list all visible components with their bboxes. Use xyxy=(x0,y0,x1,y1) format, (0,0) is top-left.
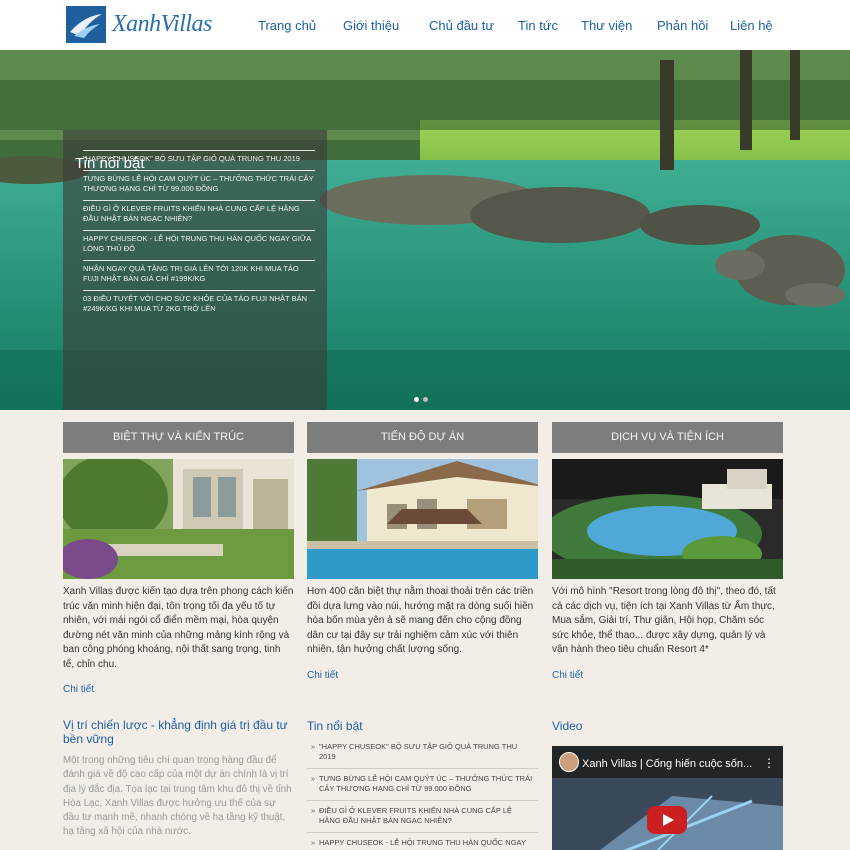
nav-item-gallery[interactable]: Thư viện xyxy=(581,18,632,33)
featured-news-list: "HAPPY CHUSEOK" BỘ SƯU TẬP GIỎ QUÀ TRUNG… xyxy=(83,150,315,320)
column-description: Xanh Villas được kiến tạo dựa trên phong… xyxy=(63,586,294,670)
strategy-title[interactable]: Vị trí chiến lược - khẳng định giá trị đ… xyxy=(63,718,294,746)
video-title[interactable]: Xanh Villas | Cống hiến cuộc sốn... xyxy=(582,758,752,770)
slider-dot[interactable] xyxy=(423,397,428,402)
column-progress: TIẾN ĐỘ DỰ ÁN Hơn 400 căn biệt thự nằm t… xyxy=(307,422,538,681)
more-options-icon[interactable]: ⋮ xyxy=(763,756,775,770)
play-button-icon[interactable] xyxy=(647,806,687,834)
main-nav: Trang chủ Giới thiệu Chủ đầu tư Tin tức … xyxy=(0,18,850,38)
slider-dot[interactable] xyxy=(414,397,419,402)
column-description: Hơn 400 căn biệt thự nằm thoai thoải trê… xyxy=(307,586,534,655)
site-header: XanhVillas Trang chủ Giới thiệu Chủ đầu … xyxy=(0,0,850,50)
read-more-link[interactable]: Chi tiết xyxy=(63,684,294,695)
featured-news-item[interactable]: TƯNG BỪNG LỄ HỘI CAM QUÝT ÚC – THƯỞNG TH… xyxy=(83,170,315,200)
video-heading: Video xyxy=(552,719,583,733)
resort-aerial-image[interactable] xyxy=(552,459,783,579)
column-heading[interactable]: DỊCH VỤ VÀ TIỆN ÍCH xyxy=(552,422,783,453)
featured-news-item[interactable]: ĐIỀU GÌ Ở KLEVER FRUITS KHIẾN NHÀ CUNG C… xyxy=(83,200,315,230)
column-heading[interactable]: BIỆT THỰ VÀ KIẾN TRÚC xyxy=(63,422,294,453)
nav-item-about[interactable]: Giới thiệu xyxy=(343,18,399,33)
news-list: "HAPPY CHUSEOK" BỘ SƯU TẬP GIỎ QUÀ TRUNG… xyxy=(307,737,538,850)
nav-item-contact[interactable]: Liên hệ xyxy=(730,18,773,33)
nav-item-home[interactable]: Trang chủ xyxy=(258,18,316,33)
read-more-link[interactable]: Chi tiết xyxy=(552,670,783,681)
nav-item-news[interactable]: Tin tức xyxy=(518,18,558,33)
slider-pagination xyxy=(414,397,428,402)
column-description: Với mô hình "Resort trong lòng đô thị", … xyxy=(552,586,776,655)
column-services: DỊCH VỤ VÀ TIỆN ÍCH Với mô hình "Resort … xyxy=(552,422,783,681)
column-heading[interactable]: TIẾN ĐỘ DỰ ÁN xyxy=(307,422,538,453)
news-list-item[interactable]: ĐIỀU GÌ Ở KLEVER FRUITS KHIẾN NHÀ CUNG C… xyxy=(307,801,538,833)
nav-item-investor[interactable]: Chủ đầu tư xyxy=(429,18,494,33)
villa-pool-image[interactable] xyxy=(307,459,538,579)
read-more-link[interactable]: Chi tiết xyxy=(307,670,538,681)
nav-item-feedback[interactable]: Phản hồi xyxy=(657,18,708,33)
video-player[interactable]: Xanh Villas | Cống hiến cuộc sốn... ⋮ xyxy=(552,746,783,850)
news-list-item[interactable]: HAPPY CHUSEOK - LỄ HỘI TRUNG THU HÀN QUỐ… xyxy=(307,833,538,850)
featured-news-item[interactable]: HAPPY CHUSEOK - LỄ HỘI TRUNG THU HÀN QUỐ… xyxy=(83,230,315,260)
column-architecture: BIỆT THỰ VÀ KIẾN TRÚC Xanh Villas được k… xyxy=(63,422,294,695)
featured-news-item[interactable]: "HAPPY CHUSEOK" BỘ SƯU TẬP GIỎ QUÀ TRUNG… xyxy=(83,150,315,170)
featured-news-item[interactable]: NHẬN NGAY QUÀ TẶNG TRỊ GIÁ LÊN TỚI 120K … xyxy=(83,260,315,290)
news-list-item[interactable]: TƯNG BỪNG LỄ HỘI CAM QUÝT ÚC – THƯỞNG TH… xyxy=(307,769,538,801)
news-title: Tin nổi bật xyxy=(307,719,363,733)
news-list-item[interactable]: "HAPPY CHUSEOK" BỘ SƯU TẬP GIỎ QUÀ TRUNG… xyxy=(307,737,538,769)
villa-garden-image[interactable] xyxy=(63,459,294,579)
channel-avatar[interactable] xyxy=(559,752,579,772)
strategy-description: Một trong những tiêu chí quan trọng hàng… xyxy=(63,755,292,838)
featured-news-item[interactable]: 03 ĐIỀU TUYỆT VỜI CHO SỨC KHỎE CỦA TÁO F… xyxy=(83,290,315,320)
